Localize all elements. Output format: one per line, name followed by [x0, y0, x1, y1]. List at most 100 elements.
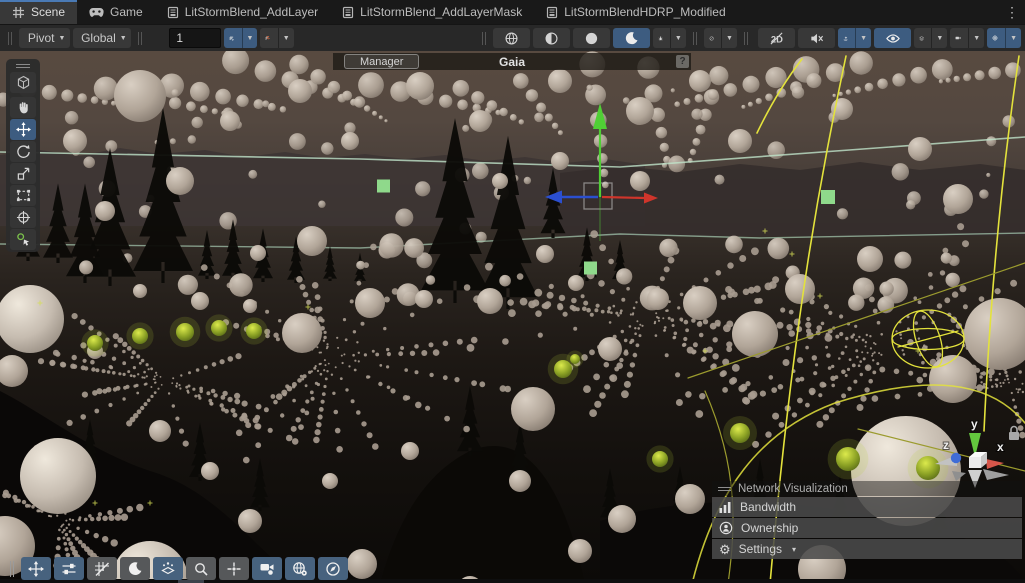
camera-settings-button[interactable]: ▼: [950, 28, 984, 48]
network-overlay-button[interactable]: [285, 557, 315, 580]
gizmo-y-label: y: [971, 417, 978, 431]
toolbar-group-handle[interactable]: [693, 32, 697, 45]
camera-record-icon: [259, 561, 275, 576]
pivot-label: Pivot: [28, 31, 55, 45]
move-tool[interactable]: [10, 119, 36, 140]
caret-down-icon: ▾: [792, 545, 796, 554]
gizmo-axis-cone[interactable]: [983, 469, 1009, 480]
layers-button[interactable]: ▼: [914, 28, 947, 48]
bandwidth-button[interactable]: Bandwidth: [712, 497, 1022, 517]
snap-increment-button[interactable]: ▼: [260, 28, 293, 48]
culling-overlay-button[interactable]: [153, 557, 183, 580]
gizmos-dropdown[interactable]: ▼: [721, 28, 737, 48]
handle-orientation-dropdown[interactable]: Global ▼: [73, 28, 130, 48]
scene-viewport[interactable]: Gaia Manager ? Network Visualization Ban…: [0, 51, 1025, 583]
lighting-toggle-button[interactable]: [613, 28, 650, 48]
search-overlay-button[interactable]: [186, 557, 216, 580]
tab-litstormblendhdrp-modified[interactable]: LitStormBlendHDRP_Modified: [534, 0, 737, 24]
gear-icon: ⚙: [719, 543, 731, 556]
move-overlay-button[interactable]: [21, 557, 51, 580]
layers-dropdown[interactable]: ▼: [931, 28, 947, 48]
grid-snap-toggle[interactable]: Y ▼: [224, 28, 257, 48]
gizmo-x-cone[interactable]: [986, 459, 1004, 469]
ownership-label: Ownership: [741, 521, 798, 535]
caret-down-icon: ▼: [1010, 35, 1017, 42]
shading-wireframe-button[interactable]: [493, 28, 530, 48]
tab-litstormblend-addlayer[interactable]: LitStormBlend_AddLayer: [155, 0, 330, 24]
network-visualization-panel: Network Visualization Bandwidth Ownershi…: [712, 481, 1022, 559]
gizmo-axis-cone[interactable]: [952, 471, 966, 481]
tab-label: LitStormBlend_AddLayerMask: [360, 5, 522, 19]
tab-scene[interactable]: Scene: [0, 0, 77, 24]
crescent-moon-icon: [127, 561, 143, 577]
caret-down-icon: ▼: [283, 35, 290, 42]
center-pivot-overlay-button[interactable]: [219, 557, 249, 580]
gizmo-x-label: x: [997, 440, 1004, 454]
camera-dropdown[interactable]: ▼: [968, 28, 984, 48]
audio-mute-toggle[interactable]: [798, 28, 835, 48]
toolbar-group-handle[interactable]: [482, 32, 486, 45]
lighting-overlay-button[interactable]: [120, 557, 150, 580]
grid-toggle-button[interactable]: [87, 557, 117, 580]
scale-tool[interactable]: [10, 163, 36, 184]
properties-overlay-button[interactable]: [54, 557, 84, 580]
effects-toggle[interactable]: ▼: [838, 28, 871, 48]
network-panel-header[interactable]: Network Visualization: [712, 481, 1022, 496]
x-axis-arrow[interactable]: [602, 197, 644, 198]
tools-drag-handle[interactable]: [8, 61, 38, 70]
caret-down-icon: ▼: [936, 35, 943, 42]
gizmo-z-cone[interactable]: [951, 453, 961, 463]
person-icon: [719, 521, 733, 535]
custom-editor-tool[interactable]: [10, 229, 36, 250]
transform-icon: [16, 210, 31, 225]
gaia-help-button[interactable]: ?: [676, 55, 689, 68]
rect-tool[interactable]: [10, 185, 36, 206]
tab-litstormblend-addlayermask[interactable]: LitStormBlend_AddLayerMask: [330, 0, 534, 24]
orientation-label: Global: [81, 31, 116, 45]
view-cube-tool[interactable]: [10, 72, 36, 93]
move-icon: [28, 561, 44, 577]
2d-mode-toggle[interactable]: 2D: [758, 28, 795, 48]
lock-icon[interactable]: [1009, 427, 1019, 441]
scene-visibility-toggle[interactable]: [874, 28, 911, 48]
debug-draw-dropdown[interactable]: ▼: [670, 28, 686, 48]
rotate-tool[interactable]: [10, 141, 36, 162]
gizmo-cube-front[interactable]: [969, 457, 981, 468]
pivot-mode-dropdown[interactable]: Pivot ▼: [19, 28, 70, 48]
toolbar-drag-handle[interactable]: [8, 32, 12, 45]
effects-dropdown[interactable]: ▼: [855, 28, 871, 48]
settings-button[interactable]: ⚙ Settings ▾: [712, 539, 1022, 559]
transform-tool[interactable]: [10, 207, 36, 228]
scale-icon: [16, 166, 31, 181]
tab-label: LitStormBlend_AddLayer: [185, 5, 318, 19]
grid-size-input[interactable]: [169, 28, 221, 48]
toolbar-group-handle[interactable]: [744, 32, 748, 45]
gizmos-visibility-button[interactable]: ▼: [704, 28, 737, 48]
shading-shaded-button[interactable]: [573, 28, 610, 48]
spawn-marker: [821, 190, 835, 204]
cube-icon: [16, 75, 31, 90]
wire-sphere-icon: [504, 31, 519, 46]
compass-overlay-button[interactable]: [318, 557, 348, 580]
debug-draw-mode-button[interactable]: ▼: [653, 28, 686, 48]
network-panel-title: Network Visualization: [738, 483, 848, 495]
scene-camera-orbit-button[interactable]: ▼: [987, 28, 1021, 48]
grid-snap-dropdown[interactable]: ▼: [242, 28, 258, 48]
shading-shaded-wire-button[interactable]: [533, 28, 570, 48]
view-hand-tool[interactable]: [10, 97, 36, 118]
toolbar-group-handle[interactable]: [138, 32, 142, 45]
bottom-toolbar-drag-handle[interactable]: [10, 561, 14, 577]
bar-chart-icon: [719, 501, 732, 513]
move-icon: [16, 122, 31, 137]
effects-star-icon: [843, 31, 848, 46]
tab-bar: Scene Game LitStormBlend_AddLayer LitS: [0, 0, 1025, 24]
panel-drag-handle-icon: [718, 487, 731, 491]
snap-increment-dropdown[interactable]: ▼: [278, 28, 294, 48]
tab-overflow-menu[interactable]: ⋮: [999, 0, 1025, 24]
caret-down-icon: ▼: [675, 35, 682, 42]
orbit-dropdown[interactable]: ▼: [1005, 28, 1021, 48]
bandwidth-label: Bandwidth: [740, 500, 796, 514]
tab-game[interactable]: Game: [77, 0, 155, 24]
ownership-button[interactable]: Ownership: [712, 518, 1022, 538]
camera-overlay-button[interactable]: [252, 557, 282, 580]
